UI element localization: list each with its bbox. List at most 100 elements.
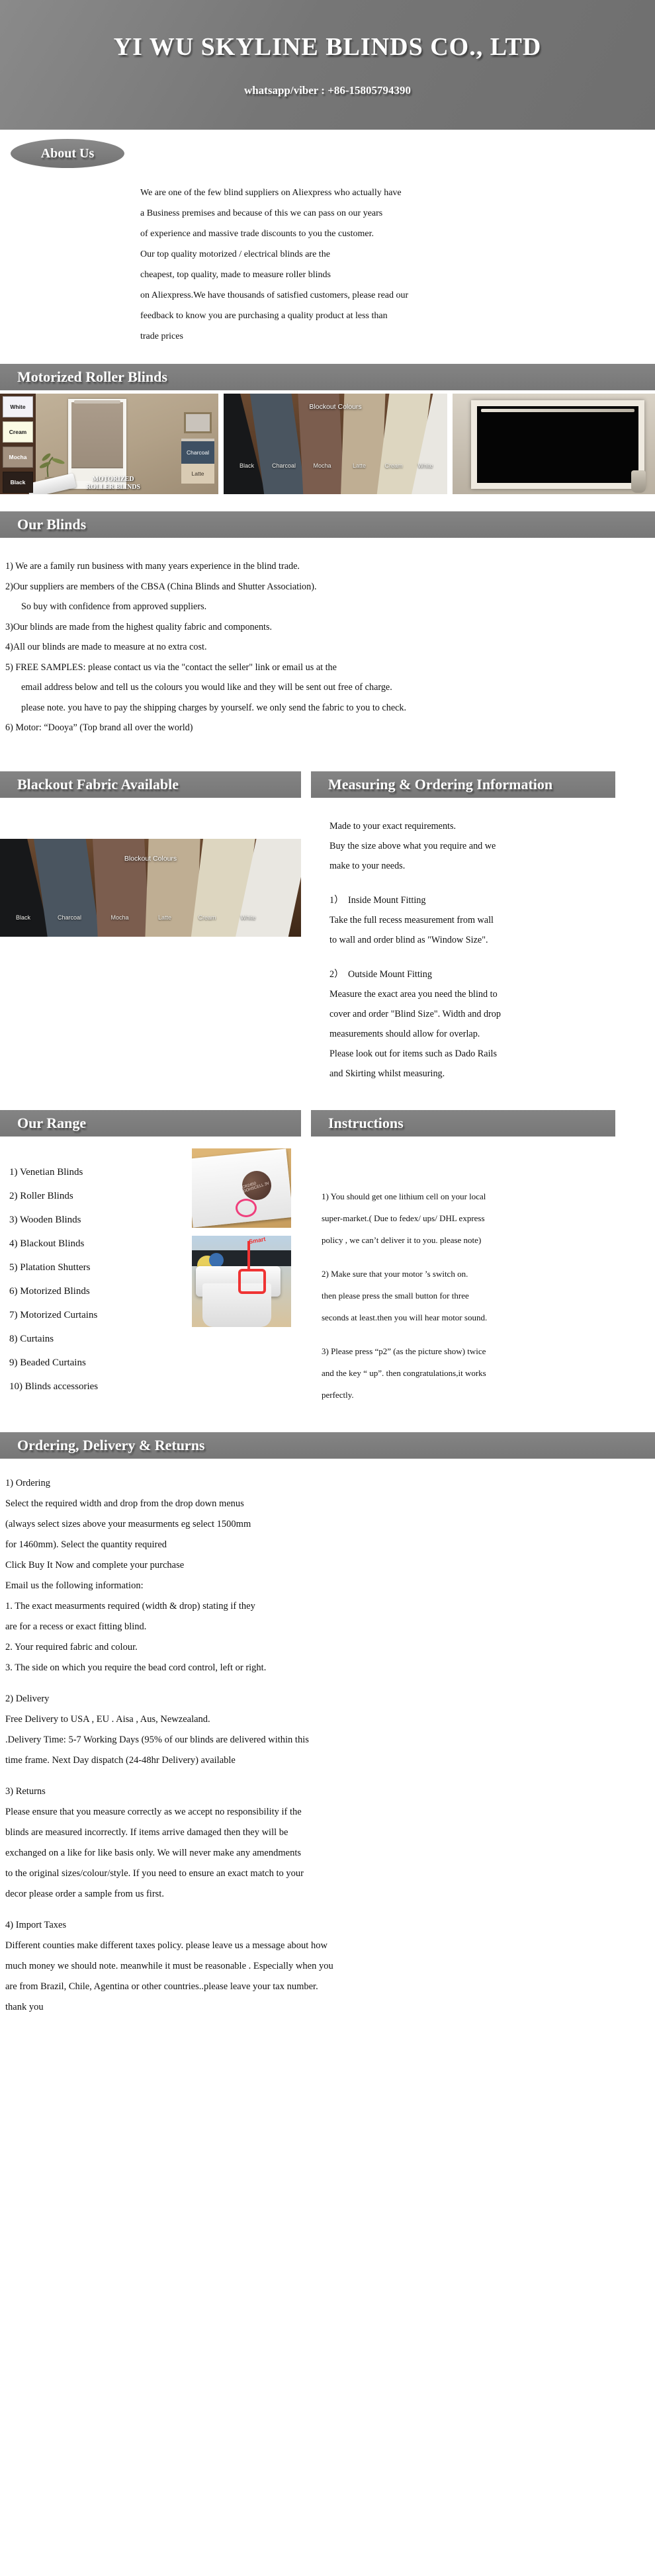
caption-line-1: MOTORIZED <box>92 476 134 483</box>
our-blinds-line: email address below and tell us the colo… <box>21 682 392 693</box>
measuring-line: to wall and order blind as "Window Size"… <box>329 934 488 945</box>
our-blinds-line: 2)Our suppliers are members of the CBSA … <box>5 581 317 592</box>
section-header-our-blinds: Our Blinds <box>0 511 655 538</box>
measuring-item-1: 1） Inside Mount Fitting <box>329 890 655 910</box>
swatch-mocha: Mocha <box>3 447 33 468</box>
about-line: feedback to know you are purchasing a qu… <box>140 311 388 321</box>
red-key-annotation <box>238 1268 266 1294</box>
ordering-line: (always select sizes above your measurme… <box>5 1518 251 1529</box>
measuring-text: Made to your exact requirements. Buy the… <box>311 798 655 1084</box>
blackout-fan-photo: Blockout Colours Black Charcoal Mocha La… <box>0 838 301 937</box>
ordering-line: .Delivery Time: 5-7 Working Days (95% of… <box>5 1734 309 1745</box>
ordering-line: Email us the following information: <box>5 1580 144 1591</box>
ordering-line: Different counties make different taxes … <box>5 1940 328 1951</box>
our-blinds-line: please note. you have to pay the shippin… <box>21 702 407 713</box>
swatch-cream: Cream <box>3 421 33 443</box>
measuring-intro-line: Made to your exact requirements. <box>329 820 457 832</box>
fan-label-black: Black <box>15 914 30 921</box>
ordering-line: 2. Your required fabric and colour. <box>5 1641 138 1653</box>
ordering-line: are for a recess or exact fitting blind. <box>5 1621 147 1632</box>
instruction-line: then please press the small button for t… <box>322 1290 469 1301</box>
item-number: 1） <box>329 894 344 906</box>
blackout-pane <box>477 406 638 483</box>
section-title: Ordering, Delivery & Returns <box>17 1436 205 1453</box>
remote-receiver-photo: CR2450 DOHSCELL 3V <box>192 1148 291 1228</box>
about-line: on Aliexpress.We have thousands of satis… <box>140 290 409 300</box>
ordering-line: Please ensure that you measure correctly… <box>5 1806 302 1817</box>
ordering-line: for 1460mm). Select the quantity require… <box>5 1539 167 1550</box>
section-header-blackout: Blackout Fabric Available <box>0 771 301 798</box>
blackout-photo-caption: Blockout Colours <box>124 854 177 863</box>
fan-caption: Blockout Colours <box>309 403 362 411</box>
room-photo: Charcoal Latte MOTORIZED ROLLER BLINDS W… <box>0 394 218 494</box>
motor-photo: Smart <box>192 1235 291 1327</box>
company-title: YI WU SKYLINE BLINDS CO., LTD <box>113 33 542 61</box>
our-blinds-line: 3)Our blinds are made from the highest q… <box>5 621 273 632</box>
section-title: Measuring & Ordering Information <box>328 775 553 793</box>
fan-label-white: White <box>417 462 433 469</box>
instructions-column: Instructions 1) You should get one lithi… <box>311 1109 655 1406</box>
ordering-line: time frame. Next Day dispatch (24-48hr D… <box>5 1754 236 1766</box>
range-item: 8) Curtains <box>9 1333 54 1344</box>
instruction-line: and the key “ up”. then congratulations,… <box>322 1367 486 1378</box>
contact-line: whatsapp/viber : +86-15805794390 <box>243 84 412 97</box>
range-item: 10) Blinds accessories <box>9 1381 99 1392</box>
measuring-column: Measuring & Ordering Information Made to… <box>311 771 655 1084</box>
about-line: cheapest, top quality, made to measure r… <box>140 270 331 280</box>
instruction-line: policy , we can’t deliver it to you. ple… <box>322 1234 482 1245</box>
measuring-line: Measure the exact area you need the blin… <box>329 988 498 1000</box>
our-blinds-line: 6) Motor: “Dooya” (Top brand all over th… <box>5 722 193 733</box>
fan-label-mocha: Mocha <box>110 914 129 921</box>
swatch-black: Black <box>3 472 33 493</box>
measuring-intro-line: make to your needs. <box>329 860 406 871</box>
range-instructions-row: Our Range 1) Venetian Blinds 2) Roller B… <box>0 1109 655 1406</box>
section-title: Motorized Roller Blinds <box>17 368 167 385</box>
toy-decor <box>209 1252 224 1267</box>
section-header-ordering: Ordering, Delivery & Returns <box>0 1432 655 1459</box>
section-header-range: Our Range <box>0 1109 301 1137</box>
ordering-line: 3. The side on which you require the bea… <box>5 1662 267 1673</box>
item-heading: Inside Mount Fitting <box>348 894 426 906</box>
ordering-heading: 1) Ordering <box>5 1477 51 1488</box>
item-heading: Outside Mount Fitting <box>348 968 432 980</box>
swatch-column: White Cream Mocha Black <box>3 396 33 494</box>
ordering-line: blinds are measured incorrectly. If item… <box>5 1826 288 1838</box>
instructions-text: 1) You should get one lithium cell on yo… <box>311 1137 655 1406</box>
range-photo-stack: CR2450 DOHSCELL 3V Smart <box>192 1148 291 1327</box>
instruction-line: 3) Please press “p2” (as the picture sho… <box>322 1346 486 1356</box>
measuring-line: Please look out for items such as Dado R… <box>329 1048 497 1059</box>
blackout-column: Blackout Fabric Available Blockout Colou… <box>0 771 311 1084</box>
measuring-line: measurements should allow for overlap. <box>329 1028 480 1039</box>
instruction-line: seconds at least.then you will hear moto… <box>322 1312 488 1322</box>
our-blinds-line: 5) FREE SAMPLES: please contact us via t… <box>5 662 337 673</box>
fan-label-white: White <box>240 914 256 921</box>
our-blinds-text: 1) We are a family run business with man… <box>0 538 655 745</box>
section-title: Our Blinds <box>17 516 87 533</box>
our-blinds-line: 4)All our blinds are made to measure at … <box>5 642 207 652</box>
product-description-page: YI WU SKYLINE BLINDS CO., LTD whatsapp/v… <box>0 0 655 2027</box>
item-number: 2） <box>329 968 344 980</box>
instruction-line: 1) You should get one lithium cell on yo… <box>322 1191 486 1201</box>
about-line: a Business premises and because of this … <box>140 208 383 218</box>
ordering-line: 1. The exact measurments required (width… <box>5 1600 255 1611</box>
ordering-line: Select the required width and drop from … <box>5 1498 244 1509</box>
about-line: We are one of the few blind suppliers on… <box>140 188 402 198</box>
measuring-line: and Skirting whilst measuring. <box>329 1068 445 1079</box>
blackout-window-photo <box>453 394 655 494</box>
ordering-line: to the original sizes/colour/style. If y… <box>5 1868 304 1879</box>
about-us-text: We are one of the few blind suppliers on… <box>0 168 655 347</box>
window-frame <box>471 400 644 489</box>
roller-blind <box>71 400 123 468</box>
section-title: Our Range <box>17 1114 87 1131</box>
our-blinds-line: 1) We are a family run business with man… <box>5 561 300 572</box>
red-text-annotation: Smart <box>248 1235 267 1245</box>
caption-line-2: ROLLER BLINDS <box>86 484 140 491</box>
blackout-measuring-row: Blackout Fabric Available Blockout Colou… <box>0 771 655 1084</box>
